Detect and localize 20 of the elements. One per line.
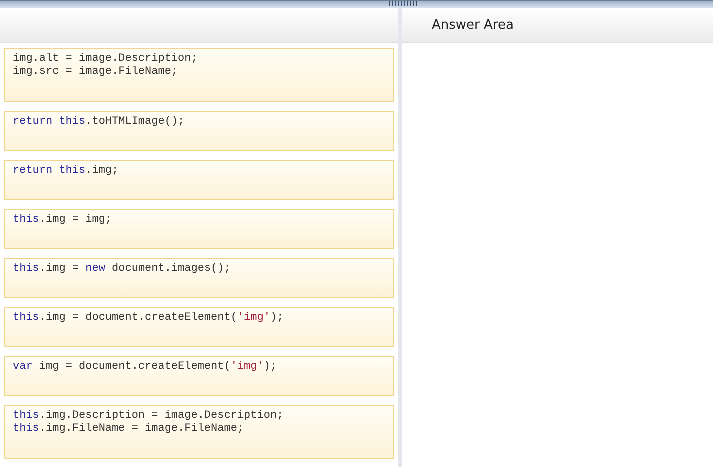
code-line: return this.img;: [13, 165, 120, 178]
code-tile[interactable]: this.img.Description = image.Description; this.img.FileName = image.FileName;: [4, 405, 394, 459]
code-line: this.img = document.createElement('img');: [13, 312, 285, 325]
code-tile[interactable]: img.alt = image.Description; img.src = image.FileName;: [4, 48, 394, 102]
code-line: return this.toHTMLImage();: [13, 116, 186, 129]
splitter-grip-icon[interactable]: [388, 1, 418, 6]
code-line: this.img = img;: [13, 214, 114, 227]
code-line: var img = document.createElement('img');: [13, 361, 278, 374]
code-line: img.src = image.FileName;: [13, 66, 180, 79]
code-tile[interactable]: this.img = new document.images();: [4, 258, 394, 298]
code-line: this.img.FileName = image.FileName;: [13, 423, 246, 436]
code-tile[interactable]: this.img = img;: [4, 209, 394, 249]
code-line: this.img = new document.images();: [13, 263, 232, 276]
answer-area-title: Answer Area: [432, 18, 514, 32]
code-line: this.img.Description = image.Description;: [13, 410, 285, 423]
code-tile[interactable]: return this.toHTMLImage();: [4, 111, 394, 151]
code-tile[interactable]: this.img = document.createElement('img');: [4, 307, 394, 347]
code-tile[interactable]: return this.img;: [4, 160, 394, 200]
code-line: img.alt = image.Description;: [13, 53, 199, 66]
code-tile[interactable]: var img = document.createElement('img');: [4, 356, 394, 396]
